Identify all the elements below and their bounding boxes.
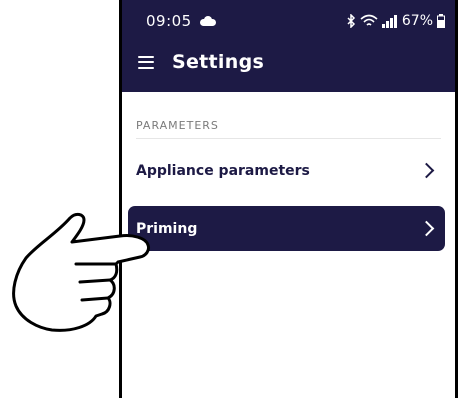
phone-frame: 09:05 67% Settings PARAMETERS Appliance …	[119, 0, 458, 398]
pointing-hand-icon	[12, 212, 150, 332]
chevron-right-icon	[418, 162, 435, 179]
signal-icon	[381, 14, 397, 28]
status-bar: 09:05 67%	[146, 10, 445, 32]
bluetooth-icon	[347, 14, 355, 28]
app-bar: 09:05 67% Settings	[122, 0, 455, 92]
wifi-icon	[360, 14, 378, 26]
list-item-priming[interactable]: Priming	[128, 206, 445, 251]
section-header-parameters: PARAMETERS	[136, 119, 219, 132]
status-time: 09:05	[146, 12, 192, 30]
battery-icon	[437, 14, 445, 28]
toolbar: Settings	[138, 46, 445, 78]
divider	[136, 138, 441, 139]
status-right: 67%	[346, 13, 445, 29]
cloud-icon	[199, 16, 216, 26]
menu-icon[interactable]	[138, 55, 154, 69]
battery-percent: 67%	[401, 13, 433, 29]
list-item-appliance-parameters[interactable]: Appliance parameters	[128, 148, 445, 193]
list-item-label: Appliance parameters	[136, 162, 310, 179]
page-title: Settings	[172, 51, 265, 73]
chevron-right-icon	[418, 220, 435, 237]
